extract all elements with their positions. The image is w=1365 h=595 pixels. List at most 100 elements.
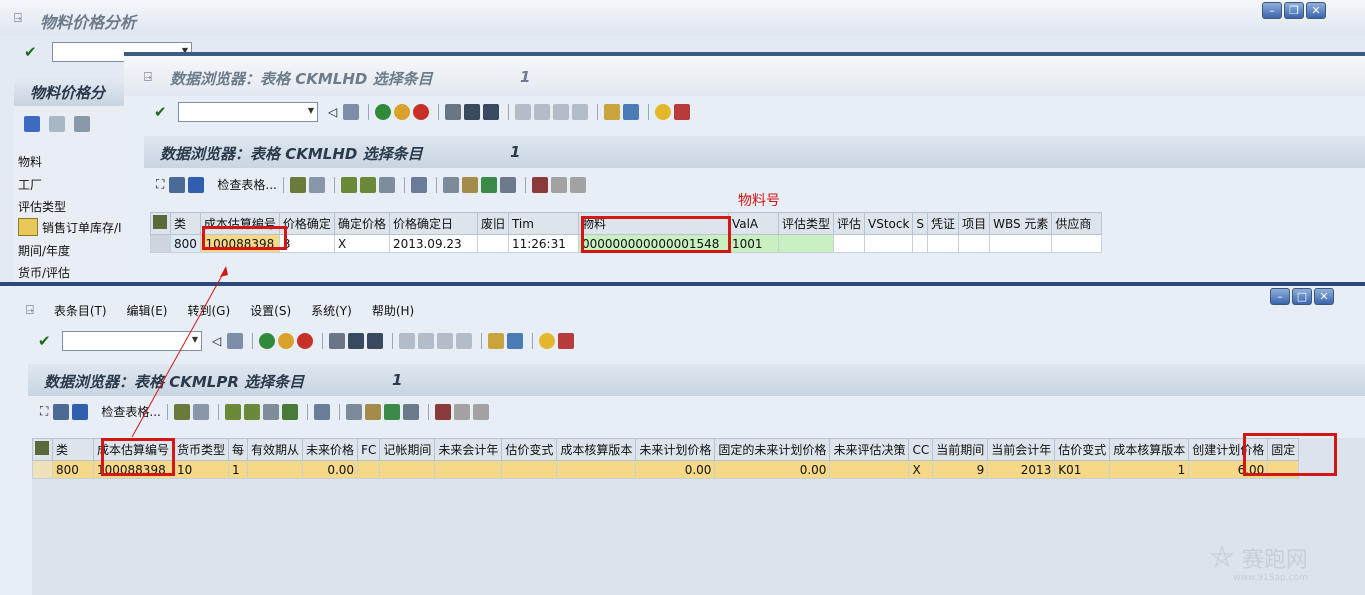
menu-item-table-entry[interactable]: 表条目(T) <box>54 302 107 319</box>
table-cell[interactable]: 0.00 <box>302 460 359 479</box>
glasses-icon[interactable]: ⛶ <box>40 404 48 419</box>
col-header[interactable]: 估价变式 <box>501 438 558 461</box>
col-header[interactable]: 当前会计年 <box>987 438 1056 461</box>
col-header[interactable]: VStock <box>863 212 914 235</box>
table-cell[interactable] <box>1051 234 1103 253</box>
first-page-icon[interactable] <box>399 333 416 349</box>
col-header[interactable]: 未来评估决策 <box>829 438 910 461</box>
check-table-button[interactable]: 检查表格... <box>101 403 160 420</box>
table-cell[interactable] <box>777 234 834 253</box>
find-next-icon[interactable] <box>367 333 384 349</box>
enter-icon[interactable]: ✔ <box>24 43 42 61</box>
side-item-material[interactable]: 物料 <box>18 153 42 170</box>
col-header[interactable]: 当前期间 <box>932 438 989 461</box>
col-header[interactable]: S <box>912 212 929 235</box>
col-header[interactable]: CC <box>908 438 934 461</box>
col-header[interactable]: 未来价格 <box>302 438 359 461</box>
row-selector[interactable] <box>32 460 53 479</box>
side-item-sales-order[interactable]: 销售订单库存/I <box>18 218 122 236</box>
col-header[interactable]: WBS 元素 <box>989 212 1053 235</box>
choose-icon[interactable] <box>289 176 306 193</box>
minimize-button[interactable]: – <box>1270 288 1290 305</box>
close-button[interactable]: ✕ <box>1314 288 1334 305</box>
window-menu-icon[interactable]: ⍈ <box>26 303 34 318</box>
col-header[interactable]: 评估 <box>832 212 866 235</box>
window-menu-icon[interactable]: ⍈ <box>144 70 152 85</box>
table-cell[interactable]: 1 <box>1109 460 1190 479</box>
word-icon[interactable] <box>402 403 419 420</box>
sort-desc-icon[interactable] <box>359 176 376 193</box>
mail-icon[interactable] <box>364 403 381 420</box>
table-cell[interactable]: 0.00 <box>714 460 831 479</box>
col-header[interactable]: 有效期从 <box>247 438 304 461</box>
col-header[interactable]: Tim <box>507 212 579 235</box>
exit-icon[interactable] <box>394 104 411 120</box>
enter-icon[interactable]: ✔ <box>154 103 172 121</box>
ckmlhd-command-field[interactable] <box>178 102 318 122</box>
table-cell[interactable]: 11:26:31 <box>507 234 579 253</box>
col-header[interactable]: 评估类型 <box>777 212 834 235</box>
layout-icon[interactable] <box>674 104 691 120</box>
col-header[interactable]: 价格确定日 <box>388 212 478 235</box>
sort-asc-icon[interactable] <box>340 176 357 193</box>
layout-icon[interactable] <box>558 333 575 349</box>
side-item-period[interactable]: 期间/年度 <box>18 242 70 259</box>
col-header[interactable]: FC <box>357 438 381 461</box>
tree-icon[interactable] <box>74 116 90 132</box>
save-layout-icon[interactable] <box>472 403 489 420</box>
choose-icon[interactable] <box>173 403 190 420</box>
prev-page-icon[interactable] <box>418 333 435 349</box>
col-header[interactable]: 类 <box>170 212 201 235</box>
layout-grid-icon[interactable] <box>531 176 548 193</box>
menu-item-system[interactable]: 系统(Y) <box>311 302 352 319</box>
window-menu-icon[interactable]: ⍈ <box>14 11 22 26</box>
find-icon[interactable] <box>464 104 481 120</box>
col-header[interactable]: 项目 <box>958 212 991 235</box>
save-icon[interactable] <box>343 104 360 120</box>
close-button[interactable]: ✕ <box>1306 2 1326 19</box>
table-cell[interactable] <box>357 460 381 479</box>
side-item-valuation-type[interactable]: 评估类型 <box>18 198 66 215</box>
save-layout-icon[interactable] <box>569 176 586 193</box>
prev-page-icon[interactable] <box>534 104 551 120</box>
back-icon[interactable] <box>259 333 276 349</box>
export-icon[interactable] <box>345 403 362 420</box>
change-layout-icon[interactable] <box>453 403 470 420</box>
refresh-icon[interactable] <box>188 176 205 193</box>
col-header[interactable]: 未来会计年 <box>434 438 503 461</box>
col-header[interactable]: 未来计划价格 <box>635 438 716 461</box>
menu-item-goto[interactable]: 转到(G) <box>187 302 230 319</box>
table-cell[interactable]: 9 <box>932 460 989 479</box>
table-cell[interactable]: 1 <box>228 460 249 479</box>
sum-icon[interactable] <box>281 403 298 420</box>
cell-type[interactable]: 800 <box>52 460 94 479</box>
back-triangle-icon[interactable]: ◁ <box>328 105 337 119</box>
side-item-currency[interactable]: 货币/评估 <box>18 264 70 281</box>
col-header[interactable]: 每 <box>228 438 249 461</box>
sort-asc-icon[interactable] <box>224 403 241 420</box>
table-cell[interactable] <box>989 234 1053 253</box>
back-icon[interactable] <box>375 104 392 120</box>
layout-grid-icon[interactable] <box>434 403 451 420</box>
help-icon[interactable] <box>655 104 672 120</box>
table-cell[interactable]: X <box>908 460 934 479</box>
detail-icon[interactable] <box>53 403 70 420</box>
graphic-icon[interactable] <box>410 176 427 193</box>
col-header[interactable]: 废旧 <box>476 212 509 235</box>
menu-item-settings[interactable]: 设置(S) <box>250 302 291 319</box>
select-all-icon[interactable] <box>32 438 53 461</box>
exit-icon[interactable] <box>278 333 295 349</box>
table-cell[interactable] <box>958 234 991 253</box>
change-layout-icon[interactable] <box>550 176 567 193</box>
find-icon[interactable] <box>348 333 365 349</box>
last-page-icon[interactable] <box>456 333 473 349</box>
col-header[interactable]: ValA <box>727 212 779 235</box>
next-page-icon[interactable] <box>553 104 570 120</box>
doc-icon[interactable] <box>308 176 325 193</box>
table-cell[interactable] <box>247 460 304 479</box>
new-session-icon[interactable] <box>604 104 621 120</box>
spreadsheet-icon[interactable] <box>383 403 400 420</box>
help-icon[interactable] <box>539 333 556 349</box>
col-header[interactable]: 供应商 <box>1051 212 1103 235</box>
print-icon[interactable] <box>445 104 462 120</box>
